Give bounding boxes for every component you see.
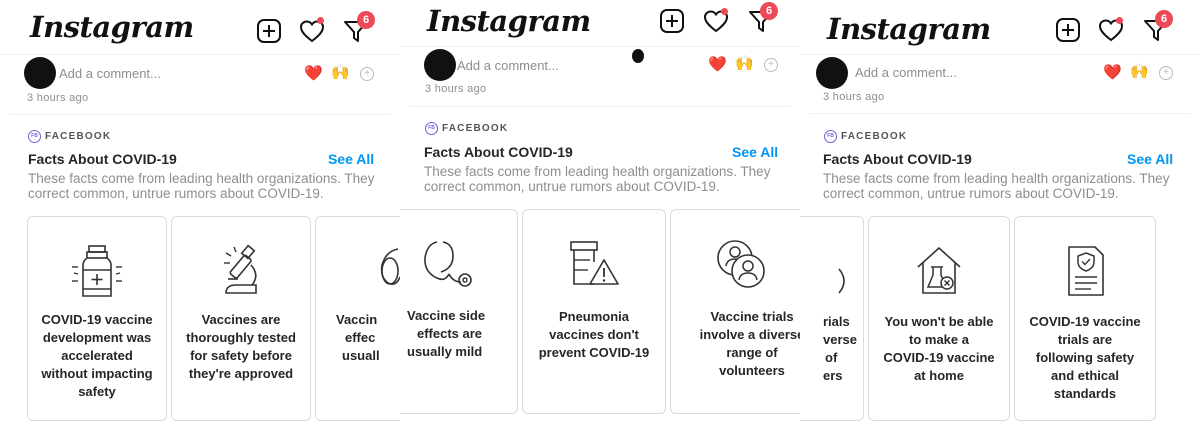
avatar xyxy=(424,49,456,81)
divider xyxy=(10,114,390,115)
more-reactions-icon[interactable]: + xyxy=(764,58,778,72)
microscope-icon xyxy=(224,244,257,294)
source-label: FB FACEBOOK xyxy=(824,130,907,143)
fact-card-text: Vaccine trials involve a diverse range of v… xyxy=(699,309,800,378)
reaction-heart[interactable]: ❤️ xyxy=(304,66,323,82)
description-line: correct common, untrue rumors about COVI… xyxy=(823,186,1119,201)
screenshot-panel-1: Instagram 6 Add a comment... ❤️ 🙌 + 3 ho… xyxy=(0,0,400,436)
reaction-raised-hands[interactable]: 🙌 xyxy=(735,56,754,72)
notification-badge: 6 xyxy=(760,2,778,20)
facebook-logo-icon: FB xyxy=(28,130,41,143)
add-comment-input[interactable]: Add a comment... xyxy=(855,65,957,80)
fact-card-text: COVID-19 vaccine trials are following safe… xyxy=(1029,314,1141,401)
reaction-raised-hands[interactable]: 🙌 xyxy=(1130,64,1149,80)
new-post-icon[interactable] xyxy=(1055,17,1081,43)
top-header: Instagram 6 xyxy=(400,0,800,47)
fact-card[interactable]: Vaccines are thoroughly tested for safety … xyxy=(171,216,311,421)
section-description: These facts come from leading health org… xyxy=(424,164,770,194)
avatar xyxy=(24,57,56,89)
source-name: FACEBOOK xyxy=(45,131,112,142)
description-line: correct common, untrue rumors about COVI… xyxy=(28,186,324,201)
instagram-logo: Instagram xyxy=(30,10,194,44)
group-people-icon xyxy=(838,268,845,294)
notification-badge: 6 xyxy=(1155,10,1173,28)
fact-card[interactable]: Vaccine trials involve a diverse range of v… xyxy=(670,209,800,414)
fact-card-text: Vaccin effec usuall xyxy=(336,312,380,363)
screenshot-panel-3: Instagram 6 Add a comment... ❤️ 🙌 + 3 ho… xyxy=(800,0,1200,436)
add-comment-input[interactable]: Add a comment... xyxy=(59,66,161,81)
see-all-link[interactable]: See All xyxy=(732,144,778,160)
see-all-link[interactable]: See All xyxy=(328,151,374,167)
screenshot-panel-2: Instagram 6 Add a comment... ❤️ 🙌 + 3 ho… xyxy=(400,0,800,436)
fact-card[interactable]: Vaccin effec usuall xyxy=(315,216,400,421)
fact-card[interactable]: Vaccine side effects are usually mild xyxy=(400,209,518,414)
new-post-icon[interactable] xyxy=(256,18,282,44)
section-title: Facts About COVID-19 xyxy=(424,144,573,160)
notification-badge: 6 xyxy=(357,11,375,29)
new-post-icon[interactable] xyxy=(659,8,685,34)
home-lab-icon xyxy=(917,247,961,294)
stethoscope-icon xyxy=(424,241,472,287)
vaccine-vial-icon xyxy=(72,245,122,297)
facebook-logo-icon: FB xyxy=(824,130,837,143)
fact-card-text: Pneumonia vaccines don't prevent COVID-19 xyxy=(538,309,650,360)
group-people-icon xyxy=(717,240,765,288)
description-line: These facts come from leading health org… xyxy=(28,171,375,186)
more-reactions-icon[interactable]: + xyxy=(1159,66,1173,80)
fact-card-text: Vaccines are thoroughly tested for safety … xyxy=(186,312,296,381)
source-name: FACEBOOK xyxy=(841,131,908,142)
divider xyxy=(810,113,1190,114)
fact-card[interactable]: COVID-19 vaccine development was accelerat… xyxy=(27,216,167,421)
description-line: These facts come from leading health org… xyxy=(424,164,771,179)
document-shield-icon xyxy=(1068,246,1104,296)
instagram-logo: Instagram xyxy=(427,4,591,38)
redacted-mark xyxy=(632,49,644,63)
pill-bottle-warning-icon xyxy=(570,241,619,285)
activity-dot xyxy=(317,17,324,24)
post-timestamp: 3 hours ago xyxy=(425,83,487,95)
facebook-logo-icon: FB xyxy=(425,122,438,135)
see-all-link[interactable]: See All xyxy=(1127,151,1173,167)
description-line: These facts come from leading health org… xyxy=(823,171,1170,186)
fact-card-text: Vaccine side effects are usually mild xyxy=(407,308,486,359)
reaction-heart[interactable]: ❤️ xyxy=(708,57,727,73)
post-timestamp: 3 hours ago xyxy=(823,91,885,103)
section-title: Facts About COVID-19 xyxy=(28,151,177,167)
add-comment-input[interactable]: Add a comment... xyxy=(457,58,559,73)
top-header: Instagram 6 xyxy=(0,0,400,55)
section-title: Facts About COVID-19 xyxy=(823,151,972,167)
fact-card-text: rials verse of ers xyxy=(823,314,857,383)
reaction-heart[interactable]: ❤️ xyxy=(1103,65,1122,81)
fact-card-text: COVID-19 vaccine development was accelerat… xyxy=(41,312,153,399)
post-timestamp: 3 hours ago xyxy=(27,92,89,104)
avatar xyxy=(816,57,848,89)
source-name: FACEBOOK xyxy=(442,123,509,134)
reaction-raised-hands[interactable]: 🙌 xyxy=(331,65,350,81)
fact-card-text: You won't be able to make a COVID-19 vacci… xyxy=(883,314,995,383)
more-reactions-icon[interactable]: + xyxy=(360,67,374,81)
instagram-logo: Instagram xyxy=(827,12,991,46)
activity-dot xyxy=(1116,17,1123,24)
section-description: These facts come from leading health org… xyxy=(28,171,374,201)
section-description: These facts come from leading health org… xyxy=(823,171,1169,201)
fact-card[interactable]: You won't be able to make a COVID-19 vacci… xyxy=(868,216,1010,421)
activity-dot xyxy=(721,8,728,15)
fact-card[interactable]: Pneumonia vaccines don't prevent COVID-19 xyxy=(522,209,666,414)
top-header: Instagram 6 xyxy=(800,0,1200,55)
stethoscope-icon xyxy=(380,248,400,285)
fact-card[interactable]: COVID-19 vaccine trials are following safe… xyxy=(1014,216,1156,421)
divider xyxy=(410,106,790,107)
source-label: FB FACEBOOK xyxy=(425,122,508,135)
description-line: correct common, untrue rumors about COVI… xyxy=(424,179,720,194)
source-label: FB FACEBOOK xyxy=(28,130,111,143)
fact-card[interactable]: rials verse of ers xyxy=(800,216,864,421)
